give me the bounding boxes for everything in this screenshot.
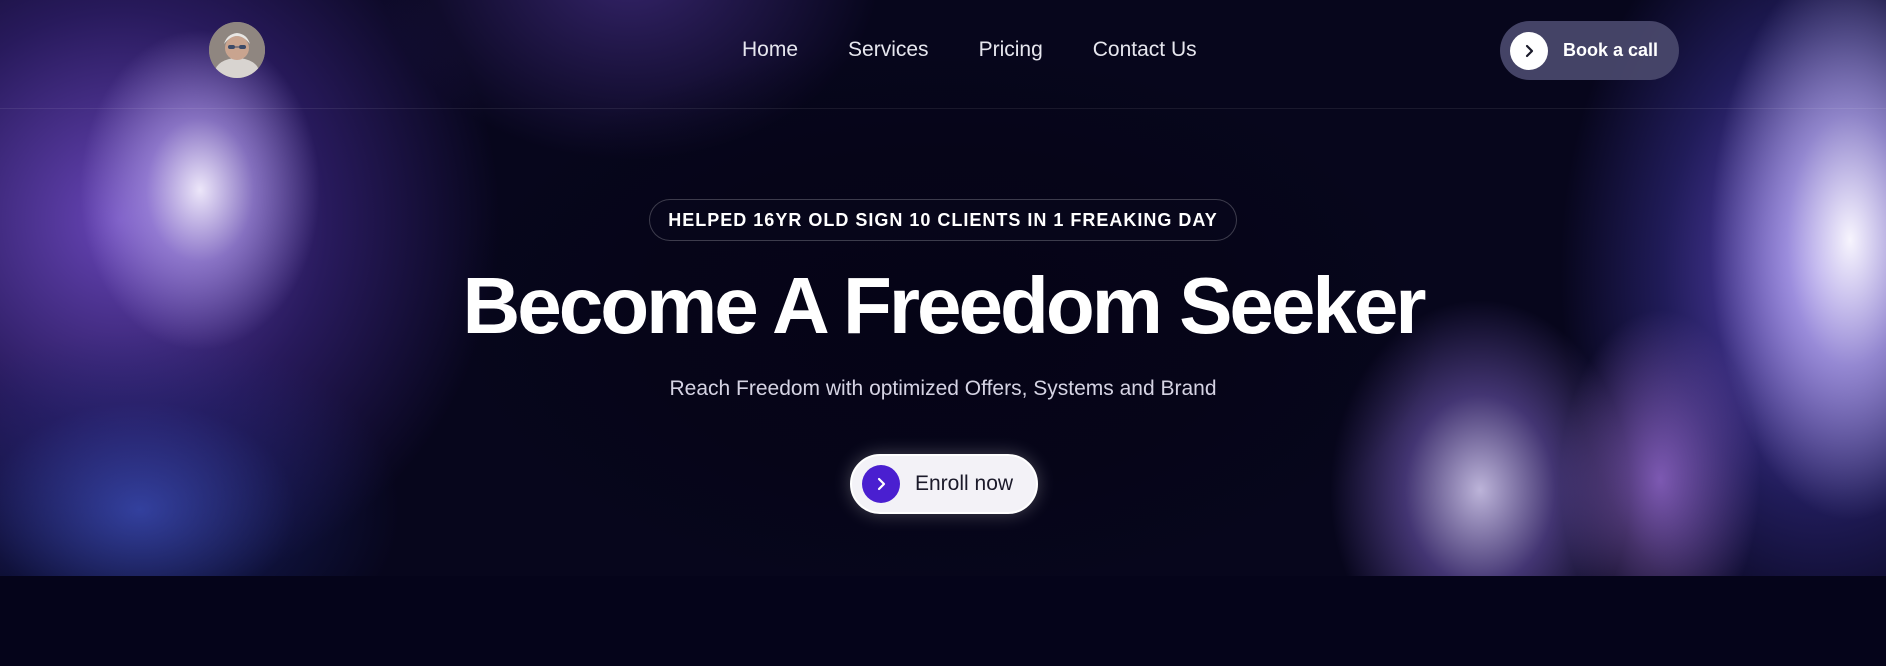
nav-link-services[interactable]: Services xyxy=(848,36,929,64)
book-call-label: Book a call xyxy=(1563,40,1659,60)
main-nav: Home Services Pricing Contact Us xyxy=(742,36,1197,64)
hero-badge: HELPED 16YR OLD SIGN 10 CLIENTS IN 1 FRE… xyxy=(649,199,1237,241)
next-section xyxy=(0,576,1886,666)
nav-link-contact[interactable]: Contact Us xyxy=(1093,36,1197,64)
nav-link-pricing[interactable]: Pricing xyxy=(979,36,1043,64)
hero-headline: Become A Freedom Seeker xyxy=(462,261,1426,350)
hero-glow xyxy=(0,330,400,576)
book-call-button[interactable]: Book a call xyxy=(1500,21,1679,80)
enroll-now-label: Enroll now xyxy=(915,472,1014,495)
avatar-image xyxy=(209,22,265,78)
enroll-now-button[interactable]: Enroll now xyxy=(850,454,1038,514)
top-navbar: Home Services Pricing Contact Us Book a … xyxy=(0,0,1886,109)
chevron-right-icon xyxy=(1510,31,1548,70)
landing-page: Home Services Pricing Contact Us Book a … xyxy=(0,0,1886,666)
avatar-logo[interactable] xyxy=(209,22,265,78)
chevron-right-icon xyxy=(862,465,900,503)
hero-subheadline: Reach Freedom with optimized Offers, Sys… xyxy=(669,377,1217,400)
hero-section: Home Services Pricing Contact Us Book a … xyxy=(0,0,1886,576)
nav-link-home[interactable]: Home xyxy=(742,36,798,64)
